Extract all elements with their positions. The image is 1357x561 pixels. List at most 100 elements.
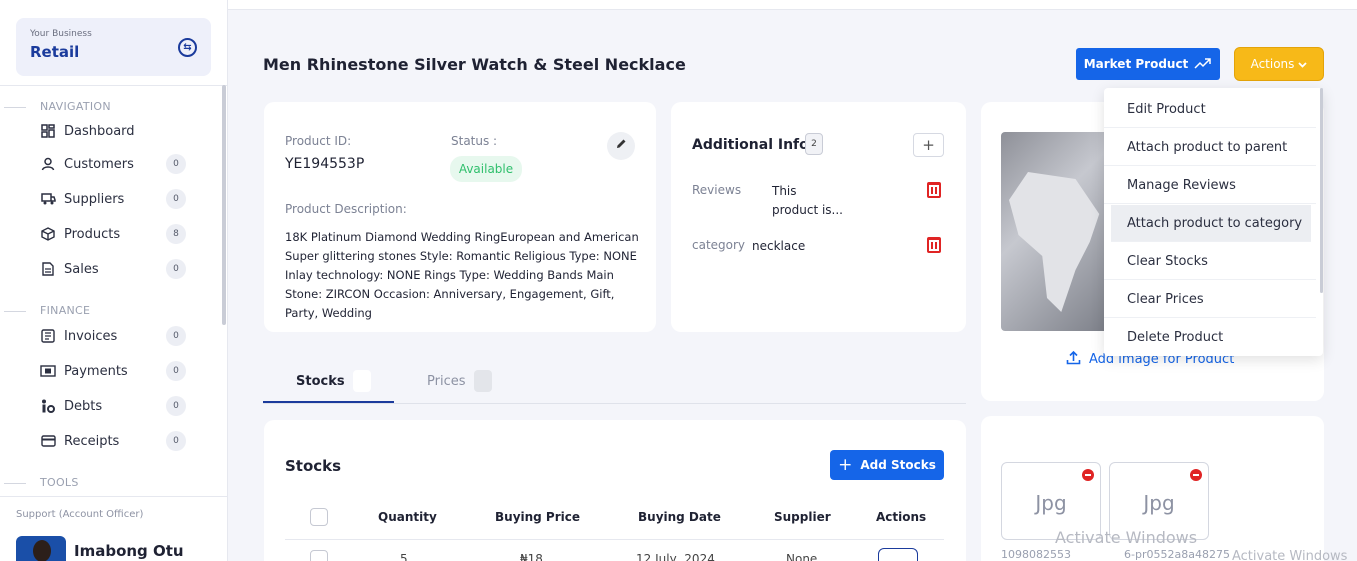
info-value: product is...: [772, 203, 843, 217]
actions-menu: Edit Product Attach product to parent Ma…: [1104, 88, 1323, 356]
menu-item-attach-parent[interactable]: Attach product to parent: [1104, 129, 1316, 166]
info-key: Reviews: [692, 183, 742, 197]
actions-button[interactable]: Actions: [1234, 47, 1324, 81]
column-header: Supplier: [774, 510, 831, 524]
trash-icon[interactable]: [927, 237, 941, 253]
top-bar: [228, 0, 1357, 10]
cell-quantity: 5: [400, 552, 408, 561]
sidebar-item-invoices[interactable]: Invoices 0: [40, 325, 190, 347]
windows-watermark: Activate Windows: [1055, 528, 1198, 547]
sidebar-item-payments[interactable]: Payments 0: [40, 360, 190, 382]
count-badge: 0: [166, 396, 186, 416]
select-all-checkbox[interactable]: [310, 508, 328, 526]
divider: [0, 85, 228, 86]
sidebar-item-label: Dashboard: [64, 123, 135, 139]
divider: [0, 496, 228, 497]
additional-info-count: 2: [805, 133, 823, 155]
menu-item-edit-product[interactable]: Edit Product: [1104, 91, 1316, 128]
stocks-title: Stocks: [285, 457, 342, 475]
debt-icon: [40, 398, 56, 414]
cell-buying-date: 12 July, 2024: [636, 552, 715, 561]
windows-watermark-small: Activate Windows: [1232, 549, 1348, 561]
sidebar-item-label: Receipts: [64, 433, 120, 449]
section-navigation: NAVIGATION: [0, 100, 111, 113]
support-label: Support (Account Officer): [16, 509, 144, 520]
description-label: Product Description:: [285, 202, 407, 216]
additional-info-title: Additional Info: [692, 137, 809, 153]
sidebar-item-receipts[interactable]: Receipts 0: [40, 430, 190, 452]
count-badge: 0: [166, 431, 186, 451]
sidebar-item-dashboard[interactable]: Dashboard: [40, 120, 190, 142]
count-badge: 0: [166, 259, 186, 279]
tab-label: Stocks: [296, 373, 345, 389]
sidebar-scrollbar[interactable]: [222, 85, 226, 325]
sidebar-item-debts[interactable]: Debts 0: [40, 395, 190, 417]
menu-item-clear-stocks[interactable]: Clear Stocks: [1104, 243, 1316, 280]
menu-item-attach-category[interactable]: Attach product to category: [1111, 205, 1311, 242]
tab-divider: [263, 403, 966, 404]
sidebar-item-sales[interactable]: Sales 0: [40, 258, 190, 280]
sidebar-item-label: Invoices: [64, 328, 118, 344]
tab-stocks[interactable]: Stocks: [296, 370, 371, 392]
column-header: Actions: [876, 510, 927, 524]
actions-label: Actions: [1250, 57, 1295, 71]
menu-scrollbar[interactable]: [1320, 88, 1323, 293]
add-stocks-button[interactable]: + Add Stocks: [830, 450, 944, 480]
product-id-value: YE194553P: [285, 156, 365, 172]
sidebar-item-label: Debts: [64, 398, 103, 414]
sidebar-item-customers[interactable]: Customers 0: [40, 153, 190, 175]
thumbnail-label: Jpg: [1143, 491, 1175, 515]
pencil-icon: [615, 138, 627, 154]
product-id-label: Product ID:: [285, 134, 352, 148]
box-icon: [40, 226, 56, 242]
row-checkbox[interactable]: [310, 550, 328, 561]
avatar: [16, 536, 66, 561]
account-officer-name: Imabong Otu: [74, 542, 184, 560]
tab-prices[interactable]: Prices: [427, 370, 492, 392]
sidebar-item-label: Payments: [64, 363, 128, 379]
cell-supplier: None: [786, 552, 818, 561]
thumbnail-filename: 6-pr0552a8a48275: [1124, 548, 1230, 561]
row-actions-button[interactable]: [878, 548, 918, 561]
count-badge: 0: [166, 154, 186, 174]
product-description: 18K Platinum Diamond Wedding RingEuropea…: [285, 230, 639, 320]
section-tools: TOOLS: [0, 476, 79, 489]
upload-icon: [1066, 350, 1081, 369]
column-header: Buying Date: [638, 510, 721, 524]
active-tab-indicator: [263, 401, 394, 403]
tab-label: Prices: [427, 373, 466, 389]
page-title: Men Rhinestone Silver Watch & Steel Neck…: [263, 55, 686, 74]
info-value: This: [772, 184, 797, 198]
add-info-button[interactable]: +: [913, 133, 944, 157]
truck-icon: [40, 191, 56, 207]
chevron-down-icon: [1298, 57, 1308, 71]
sidebar-item-suppliers[interactable]: Suppliers 0: [40, 188, 190, 210]
user-icon: [40, 156, 56, 172]
business-switcher[interactable]: Your Business Retail ⇆: [16, 18, 211, 76]
status-label: Status :: [451, 134, 498, 148]
edit-product-button[interactable]: [607, 132, 635, 160]
sidebar: Your Business Retail ⇆ NAVIGATION Dashbo…: [0, 0, 228, 561]
trash-icon[interactable]: [927, 182, 941, 198]
info-key: category: [692, 238, 746, 252]
menu-item-delete-product[interactable]: Delete Product: [1104, 319, 1316, 356]
switch-business-icon[interactable]: ⇆: [178, 38, 197, 57]
invoice-icon: [40, 328, 56, 344]
trending-up-icon: [1194, 57, 1212, 72]
cell-buying-price: ₦18: [520, 552, 543, 561]
sidebar-item-label: Sales: [64, 261, 99, 277]
remove-icon[interactable]: [1082, 469, 1094, 481]
thumbnail-filename: 1098082553: [1001, 548, 1071, 561]
menu-item-clear-prices[interactable]: Clear Prices: [1104, 281, 1316, 318]
market-product-button[interactable]: Market Product: [1076, 48, 1220, 80]
remove-icon[interactable]: [1190, 469, 1202, 481]
add-stocks-label: Add Stocks: [860, 458, 936, 472]
sidebar-item-label: Products: [64, 226, 121, 242]
product-image: [1001, 132, 1111, 331]
sidebar-item-products[interactable]: Products 8: [40, 223, 190, 245]
menu-item-manage-reviews[interactable]: Manage Reviews: [1104, 167, 1316, 204]
document-icon: [40, 261, 56, 277]
thumbnail-label: Jpg: [1035, 491, 1067, 515]
plus-icon: +: [922, 136, 935, 154]
count-badge: 8: [166, 224, 186, 244]
